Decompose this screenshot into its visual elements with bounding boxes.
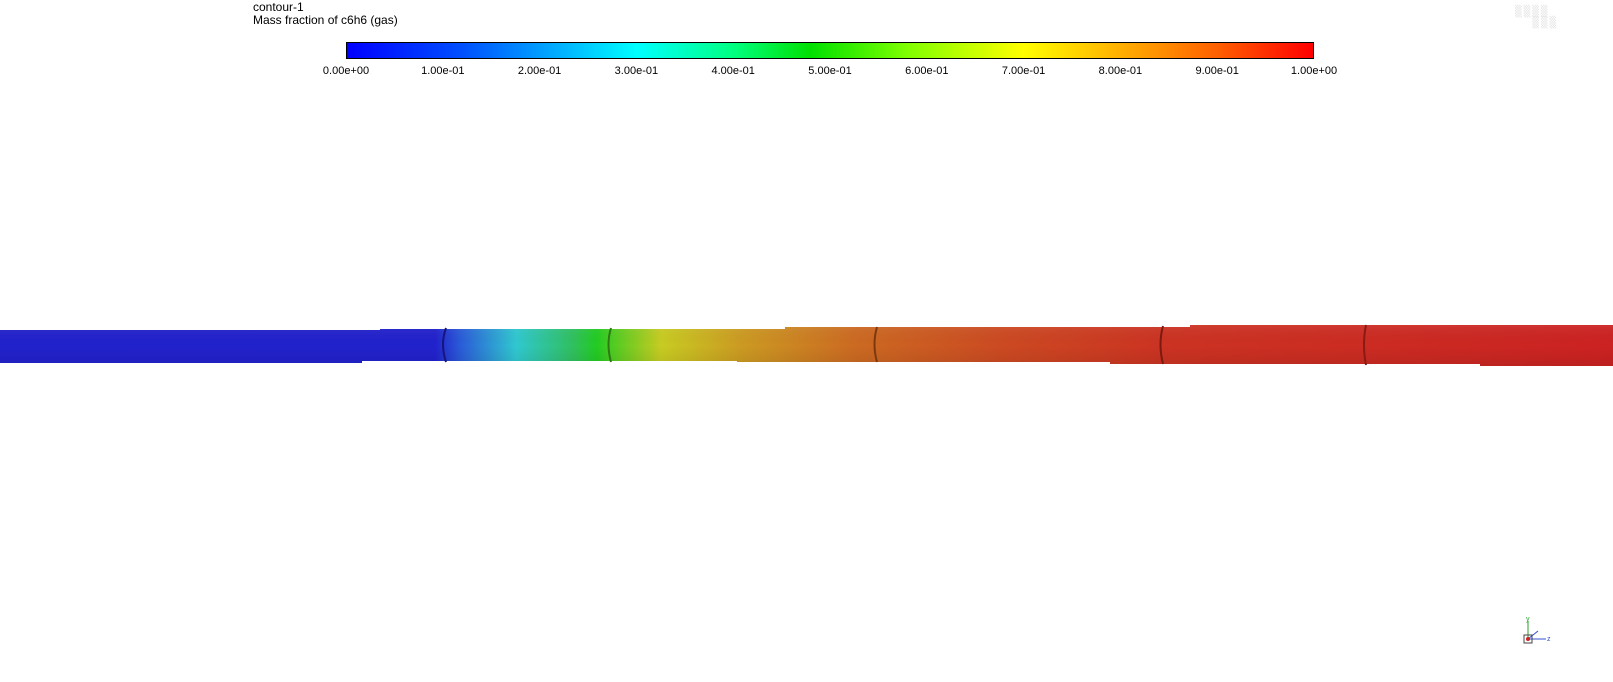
colorbar-tick-label: 4.00e-01	[711, 65, 755, 77]
axis-triad-icon: y z	[1523, 617, 1551, 644]
axis-z-label: z	[1547, 636, 1551, 643]
colorbar-tick-label: 8.00e-01	[1098, 65, 1143, 77]
colorbar-tick-label: 9.00e-01	[1195, 65, 1239, 77]
colorbar-tick-label: 6.00e-01	[905, 65, 949, 77]
contour-title-block: contour-1 Mass fraction of c6h6 (gas)	[253, 1, 398, 27]
colorbar-tick-label: 2.00e-01	[517, 65, 562, 77]
colorbar-tick-label: 1.00e+00	[1290, 65, 1338, 77]
colorbar-tick-label: 0.00e+00	[322, 65, 370, 77]
contour-variable: Mass fraction of c6h6 (gas)	[253, 13, 398, 27]
colorbar-tick-label: 3.00e-01	[614, 65, 659, 77]
pipe-contour	[0, 324, 1613, 366]
pipe-segments	[0, 325, 1613, 366]
logo-watermark: ▒▒▒▒ ▒▒▒	[1515, 5, 1559, 29]
colorbar	[346, 42, 1314, 59]
axis-y-label: y	[1526, 617, 1530, 623]
colorbar-tick-label: 7.00e-01	[1001, 65, 1046, 77]
colorbar-tick-label: 5.00e-01	[808, 65, 852, 77]
colorbar-tick-label: 1.00e-01	[421, 65, 465, 77]
